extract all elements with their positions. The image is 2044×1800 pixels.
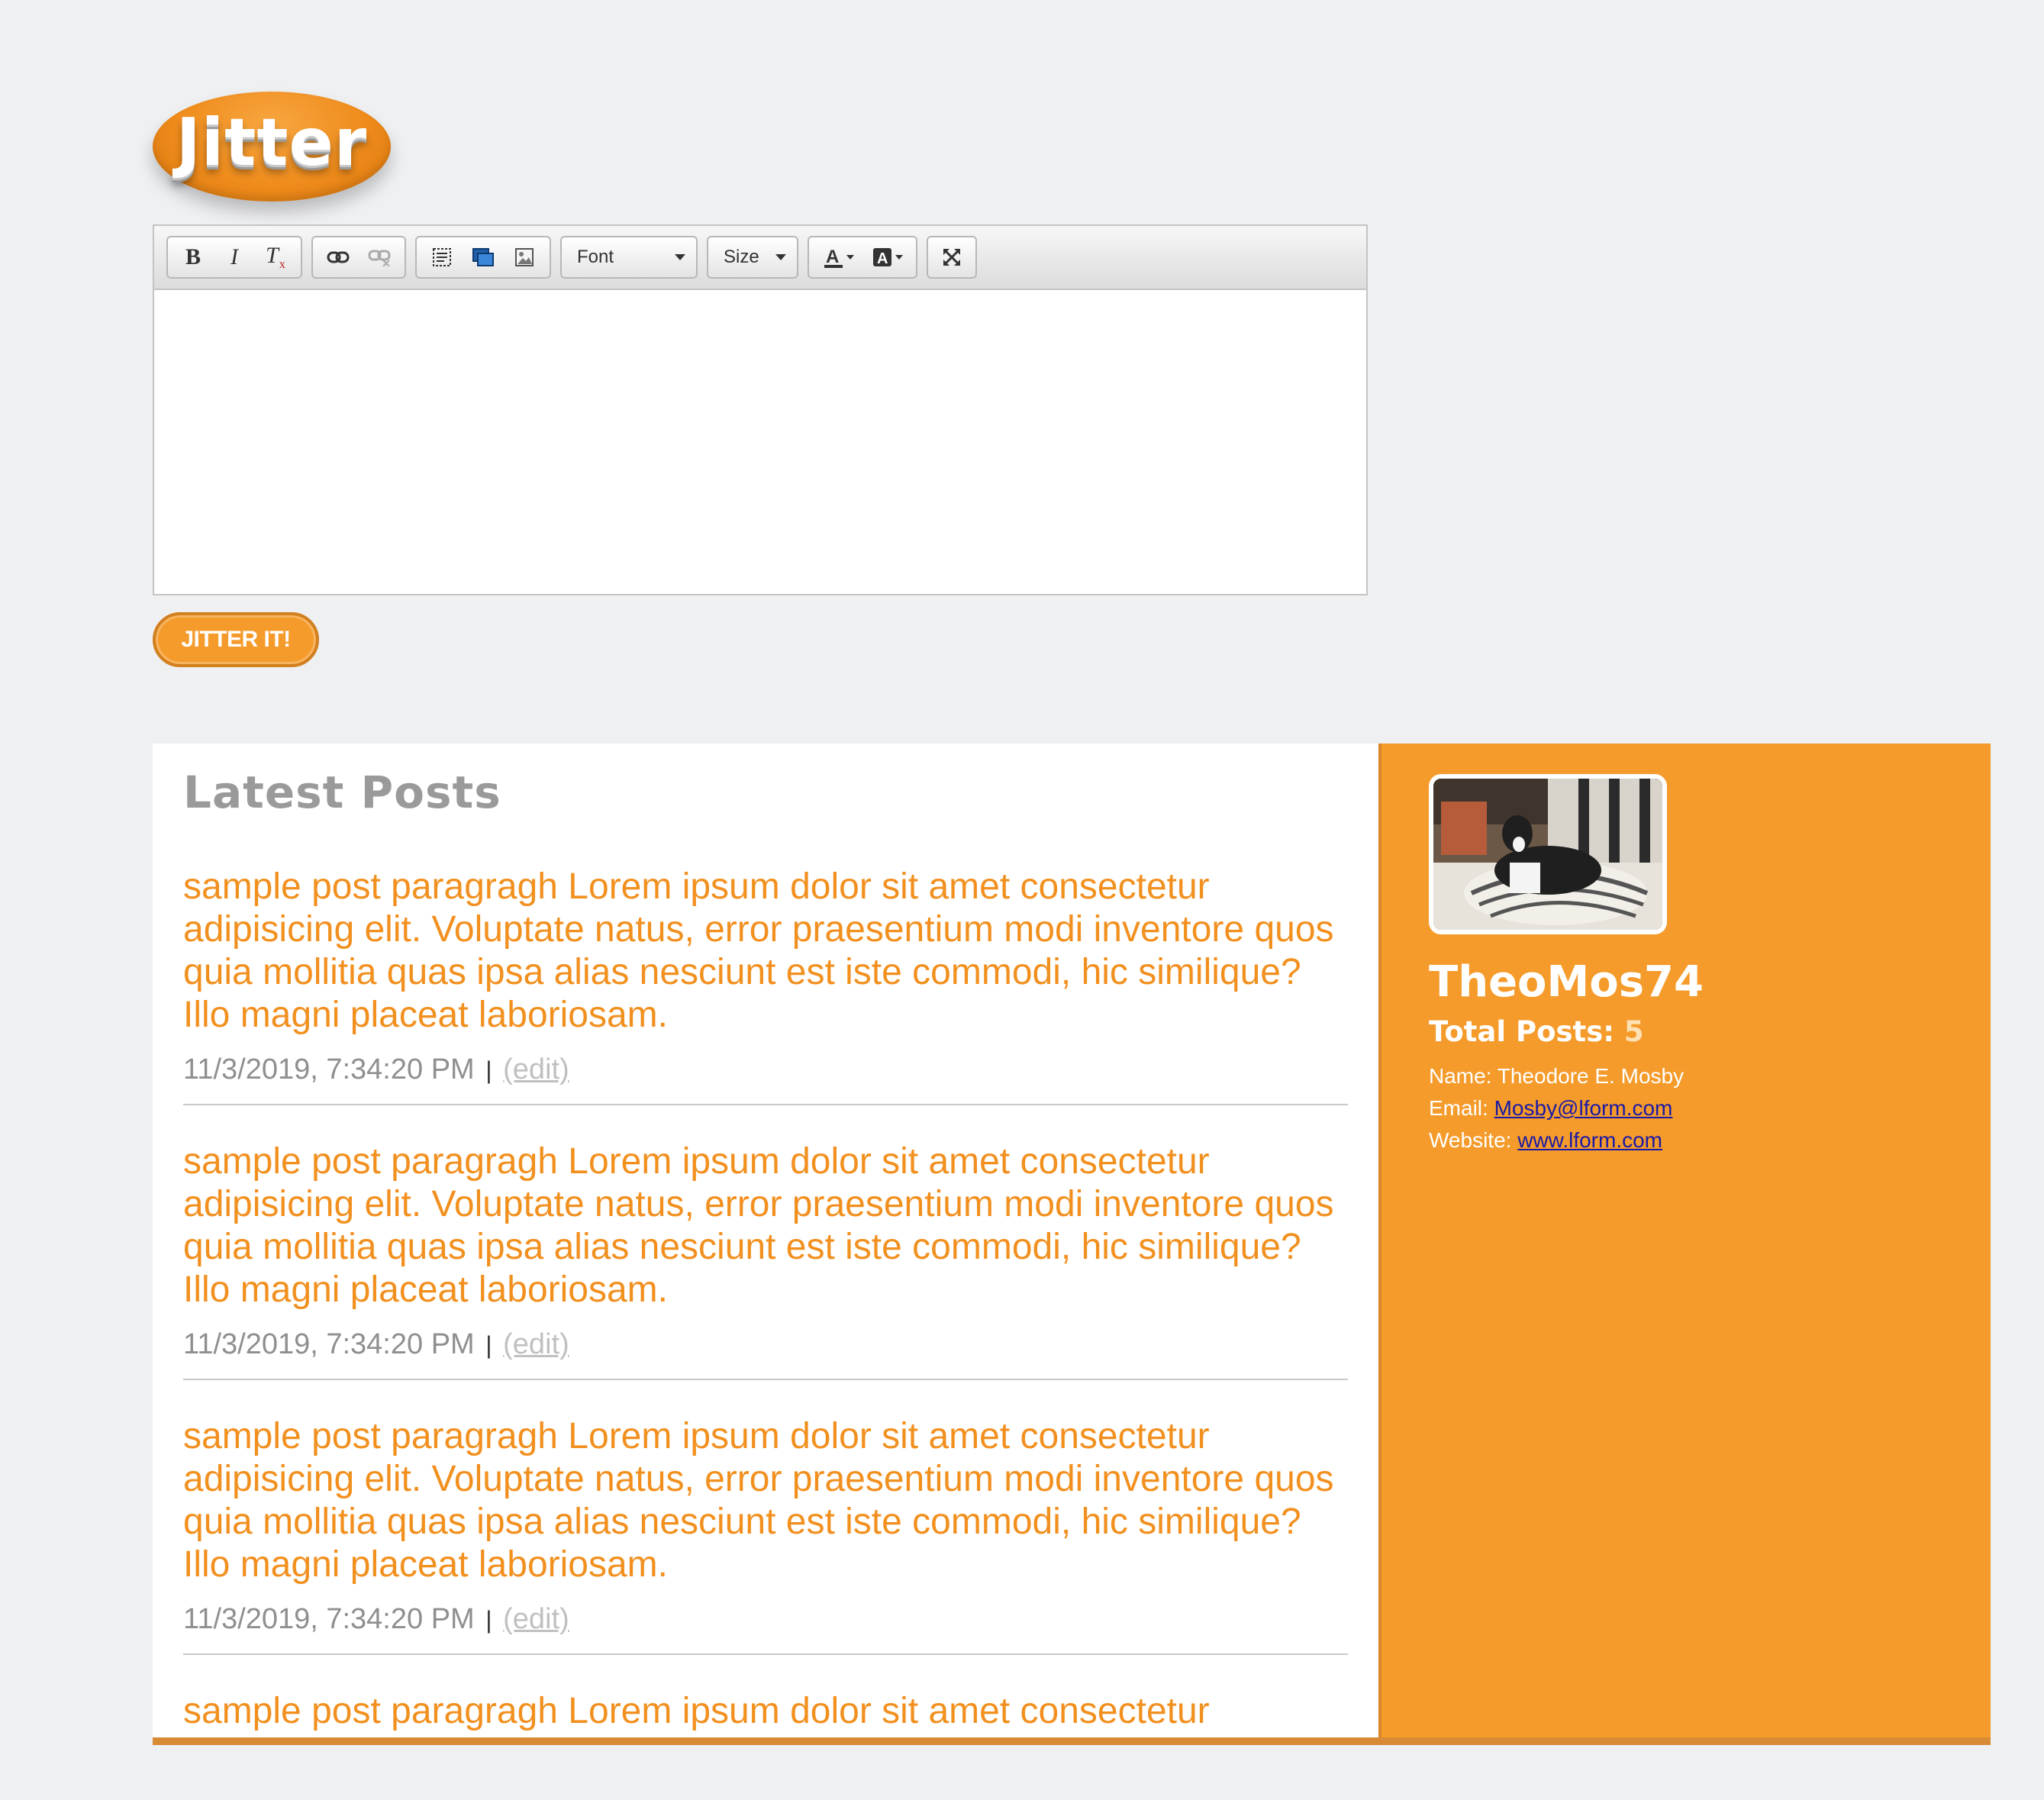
name-label: Name:	[1429, 1064, 1492, 1088]
edit-post-link[interactable]: (edit)	[503, 1053, 569, 1085]
link-button[interactable]	[318, 239, 359, 276]
post-text: sample post paragragh Lorem ipsum dolor …	[183, 1141, 1334, 1310]
post-item: sample post paragragh Lorem ipsum dolor …	[183, 1415, 1348, 1655]
chevron-down-icon	[675, 254, 685, 260]
edit-post-link[interactable]: (edit)	[503, 1328, 569, 1360]
name-value: Theodore E. Mosby	[1497, 1064, 1685, 1088]
svg-text:A: A	[826, 247, 839, 267]
text-color-button[interactable]: A	[814, 239, 862, 276]
post-separator: |	[485, 1331, 492, 1359]
post-timestamp: 11/3/2019, 7:34:20 PM	[183, 1328, 475, 1360]
latest-posts-panel: Latest Posts sample post paragragh Lorem…	[153, 744, 1378, 1737]
post-meta: 11/3/2019, 7:34:20 PM | (edit)	[183, 1053, 1348, 1090]
maximize-button[interactable]	[933, 239, 971, 276]
email-label: Email:	[1429, 1096, 1488, 1120]
post-meta: 11/3/2019, 7:34:20 PM | (edit)	[183, 1603, 1348, 1640]
chevron-down-icon	[846, 255, 854, 260]
editor-toolbar: B I Tx Font Size A A	[154, 226, 1366, 290]
profile-username: TheoMos74	[1429, 957, 1704, 1007]
text-color-icon: A	[824, 247, 843, 268]
avatar	[1429, 774, 1667, 934]
size-dropdown[interactable]: Size	[707, 236, 798, 279]
jitter-logo: Jitter	[153, 92, 391, 202]
image-button[interactable]	[504, 239, 545, 276]
total-posts-count: 5	[1623, 1015, 1644, 1048]
logo-text: Jitter	[176, 105, 368, 181]
email-link[interactable]: Mosby@lform.com	[1494, 1096, 1673, 1120]
post-item: sample post paragragh Lorem ipsum dolor …	[183, 1690, 1348, 1737]
bold-button[interactable]: B	[172, 239, 214, 276]
chevron-down-icon	[895, 255, 903, 260]
flash-icon	[472, 248, 494, 266]
size-dropdown-label: Size	[724, 247, 759, 267]
profile-email: Email: Mosby@lform.com	[1429, 1096, 1672, 1121]
link-icon	[327, 251, 350, 263]
image-icon	[515, 248, 534, 266]
profile-website: Website: www.lform.com	[1429, 1128, 1662, 1153]
chevron-down-icon	[775, 254, 786, 260]
total-posts: Total Posts: 5	[1429, 1015, 1644, 1048]
remove-format-button[interactable]: Tx	[255, 239, 296, 276]
profile-sidebar: TheoMos74 Total Posts: 5 Name: Theodore …	[1378, 744, 1991, 1737]
edit-post-link[interactable]: (edit)	[503, 1603, 569, 1635]
jitter-it-button[interactable]: JITTER IT!	[153, 612, 319, 667]
panel-bottom-border	[153, 1737, 1991, 1745]
unlink-icon	[368, 250, 391, 266]
post-text: sample post paragragh Lorem ipsum dolor …	[183, 1691, 1334, 1737]
avatar-photo	[1433, 779, 1662, 930]
website-label: Website:	[1429, 1128, 1512, 1152]
post-text: sample post paragragh Lorem ipsum dolor …	[183, 1416, 1334, 1585]
basic-styles-group: B I Tx	[166, 236, 302, 279]
select-all-button[interactable]	[421, 239, 463, 276]
bold-icon: B	[185, 244, 201, 269]
insert-group	[415, 236, 551, 279]
total-posts-label: Total Posts:	[1429, 1015, 1615, 1048]
post-timestamp: 11/3/2019, 7:34:20 PM	[183, 1603, 475, 1635]
flash-button[interactable]	[463, 239, 504, 276]
svg-text:A: A	[877, 250, 888, 267]
post-editor: B I Tx Font Size A A	[153, 224, 1368, 595]
latest-posts-title: Latest Posts	[183, 766, 501, 818]
colors-group: A A	[808, 236, 917, 279]
italic-icon: I	[231, 244, 238, 269]
website-link[interactable]: www.lform.com	[1517, 1128, 1662, 1152]
post-separator: |	[485, 1056, 492, 1084]
background-color-icon: A	[872, 248, 891, 267]
post-item: sample post paragragh Lorem ipsum dolor …	[183, 1140, 1348, 1380]
background-color-button[interactable]: A	[862, 239, 911, 276]
select-all-icon	[433, 248, 451, 266]
maximize-icon	[943, 249, 960, 266]
post-separator: |	[485, 1606, 492, 1634]
links-group	[311, 236, 406, 279]
post-item: sample post paragragh Lorem ipsum dolor …	[183, 866, 1348, 1105]
post-timestamp: 11/3/2019, 7:34:20 PM	[183, 1053, 475, 1085]
editor-text-area[interactable]	[154, 290, 1366, 594]
italic-button[interactable]: I	[214, 239, 255, 276]
font-dropdown-label: Font	[577, 247, 614, 267]
remove-format-icon: Tx	[266, 243, 285, 271]
post-meta: 11/3/2019, 7:34:20 PM | (edit)	[183, 1328, 1348, 1365]
post-text: sample post paragragh Lorem ipsum dolor …	[183, 866, 1334, 1035]
font-dropdown[interactable]: Font	[560, 236, 698, 279]
unlink-button[interactable]	[359, 239, 400, 276]
tools-group	[927, 236, 977, 279]
profile-name: Name: Theodore E. Mosby	[1429, 1064, 1684, 1089]
